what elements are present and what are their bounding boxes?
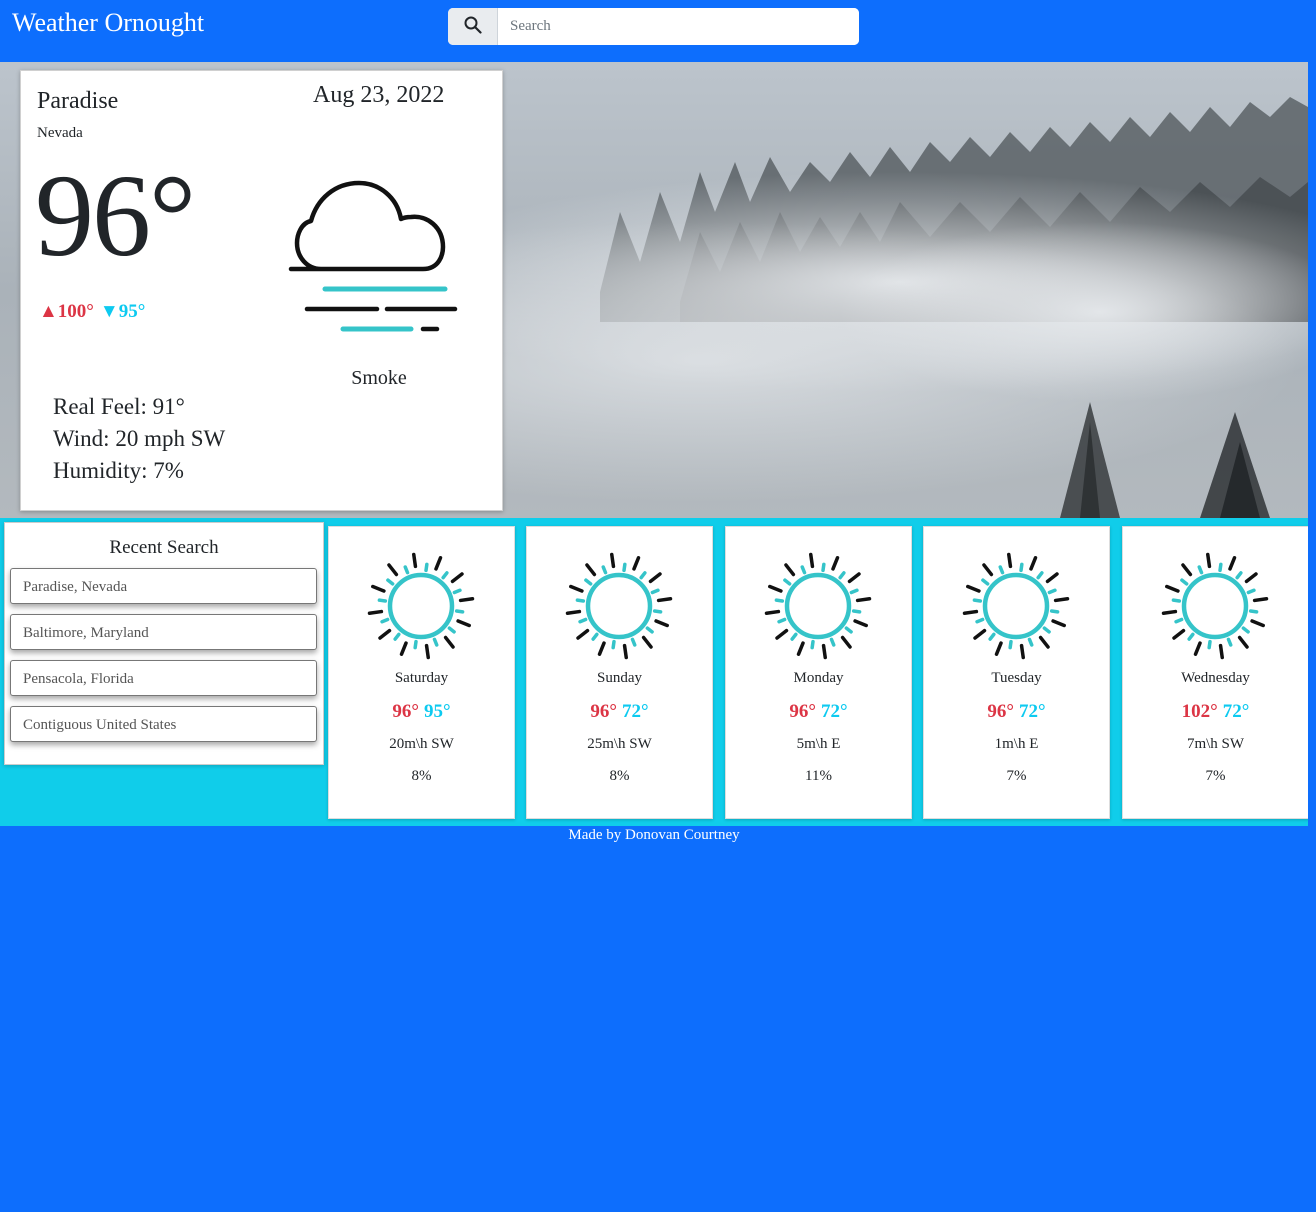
footer-credit: Made by Donovan Courtney — [568, 827, 740, 843]
day-name: Tuesday — [991, 670, 1042, 686]
wind: Wind: 20 mph SW — [53, 426, 226, 451]
weather-details: Real Feel: 91° Wind: 20 mph SW Humidity:… — [53, 391, 225, 487]
day-temperatures: 96° 72° — [726, 701, 911, 723]
fog-cloud-icon — [287, 179, 459, 343]
day-name: Sunday — [597, 670, 642, 686]
day-humidity: 7% — [1006, 768, 1027, 784]
day-temperatures: 96° 95° — [329, 701, 514, 723]
day-name: Monday — [793, 670, 844, 686]
sun-icon — [565, 552, 673, 664]
navbar: Weather Ornought — [0, 0, 1316, 62]
sun-icon — [962, 552, 1070, 664]
search-icon — [464, 16, 482, 38]
day-low: 72° — [1222, 701, 1250, 722]
day-humidity: 7% — [1205, 768, 1226, 784]
day-low: 72° — [821, 701, 848, 722]
search-input[interactable] — [498, 8, 859, 45]
day-high: 96° — [392, 701, 419, 722]
day-humidity: 8% — [609, 768, 630, 784]
day-high: 96° — [987, 701, 1014, 722]
day-temperatures: 96° 72° — [527, 701, 712, 723]
day-high: 96° — [789, 701, 816, 722]
search-bar — [448, 8, 859, 45]
forecast-day-card: Tuesday 96° 72° 1m\h E 7% — [923, 526, 1110, 819]
forecast-day-card: Sunday 96° 72° 25m\h SW 8% — [526, 526, 713, 819]
day-wind: 20m\h SW — [389, 736, 454, 752]
day-wind: 25m\h SW — [587, 736, 652, 752]
day-temperatures: 102° 72° — [1123, 701, 1308, 723]
sun-icon — [1161, 552, 1269, 664]
day-humidity: 11% — [805, 768, 832, 784]
search-button[interactable] — [448, 8, 498, 45]
forecast-day-card: Wednesday 102° 72° 7m\h SW 7% — [1122, 526, 1309, 819]
day-high: 102° — [1181, 701, 1218, 722]
day-wind: 7m\h SW — [1186, 736, 1245, 752]
day-name: Wednesday — [1181, 670, 1250, 686]
day-low: 95° — [424, 701, 451, 722]
scrollbar-gutter — [1308, 0, 1316, 1212]
recent-search-panel: Recent Search Paradise, Nevada Baltimore… — [4, 522, 324, 765]
day-temperatures: 96° 72° — [924, 701, 1109, 723]
high-temperature: ▲100° — [39, 301, 94, 322]
weather-condition: Smoke — [351, 367, 407, 389]
sun-icon — [764, 552, 872, 664]
current-temperature: 96° — [35, 150, 196, 281]
day-high: 96° — [590, 701, 617, 722]
forecast-day-card: Monday 96° 72° 5m\h E 11% — [725, 526, 912, 819]
current-date: Aug 23, 2022 — [313, 82, 445, 108]
recent-search-item[interactable]: Pensacola, Florida — [10, 660, 317, 696]
low-temperature: ▼95° — [99, 301, 146, 322]
sun-icon — [367, 552, 475, 664]
day-wind: 5m\h E — [796, 736, 841, 752]
city-name: Paradise — [37, 88, 119, 114]
brand-title[interactable]: Weather Ornought — [12, 8, 204, 38]
recent-search-item[interactable]: Paradise, Nevada — [10, 568, 317, 604]
high-low-temperature: ▲100° ▼95° — [39, 301, 145, 323]
real-feel: Real Feel: 91° — [53, 394, 185, 419]
day-wind: 1m\h E — [994, 736, 1039, 752]
day-low: 72° — [622, 701, 649, 722]
day-name: Saturday — [394, 670, 449, 686]
recent-search-item[interactable]: Contiguous United States — [10, 706, 317, 742]
current-weather-card: Paradise Nevada Aug 23, 2022 96° ▲100° ▼9… — [20, 70, 503, 511]
humidity: Humidity: 7% — [53, 458, 184, 483]
day-humidity: 8% — [411, 768, 432, 784]
state-name: Nevada — [37, 125, 83, 141]
forecast-day-card: Saturday 96° 95° 20m\h SW 8% — [328, 526, 515, 819]
day-low: 72° — [1019, 701, 1046, 722]
recent-search-title: Recent Search — [109, 537, 219, 558]
recent-search-item[interactable]: Baltimore, Maryland — [10, 614, 317, 650]
